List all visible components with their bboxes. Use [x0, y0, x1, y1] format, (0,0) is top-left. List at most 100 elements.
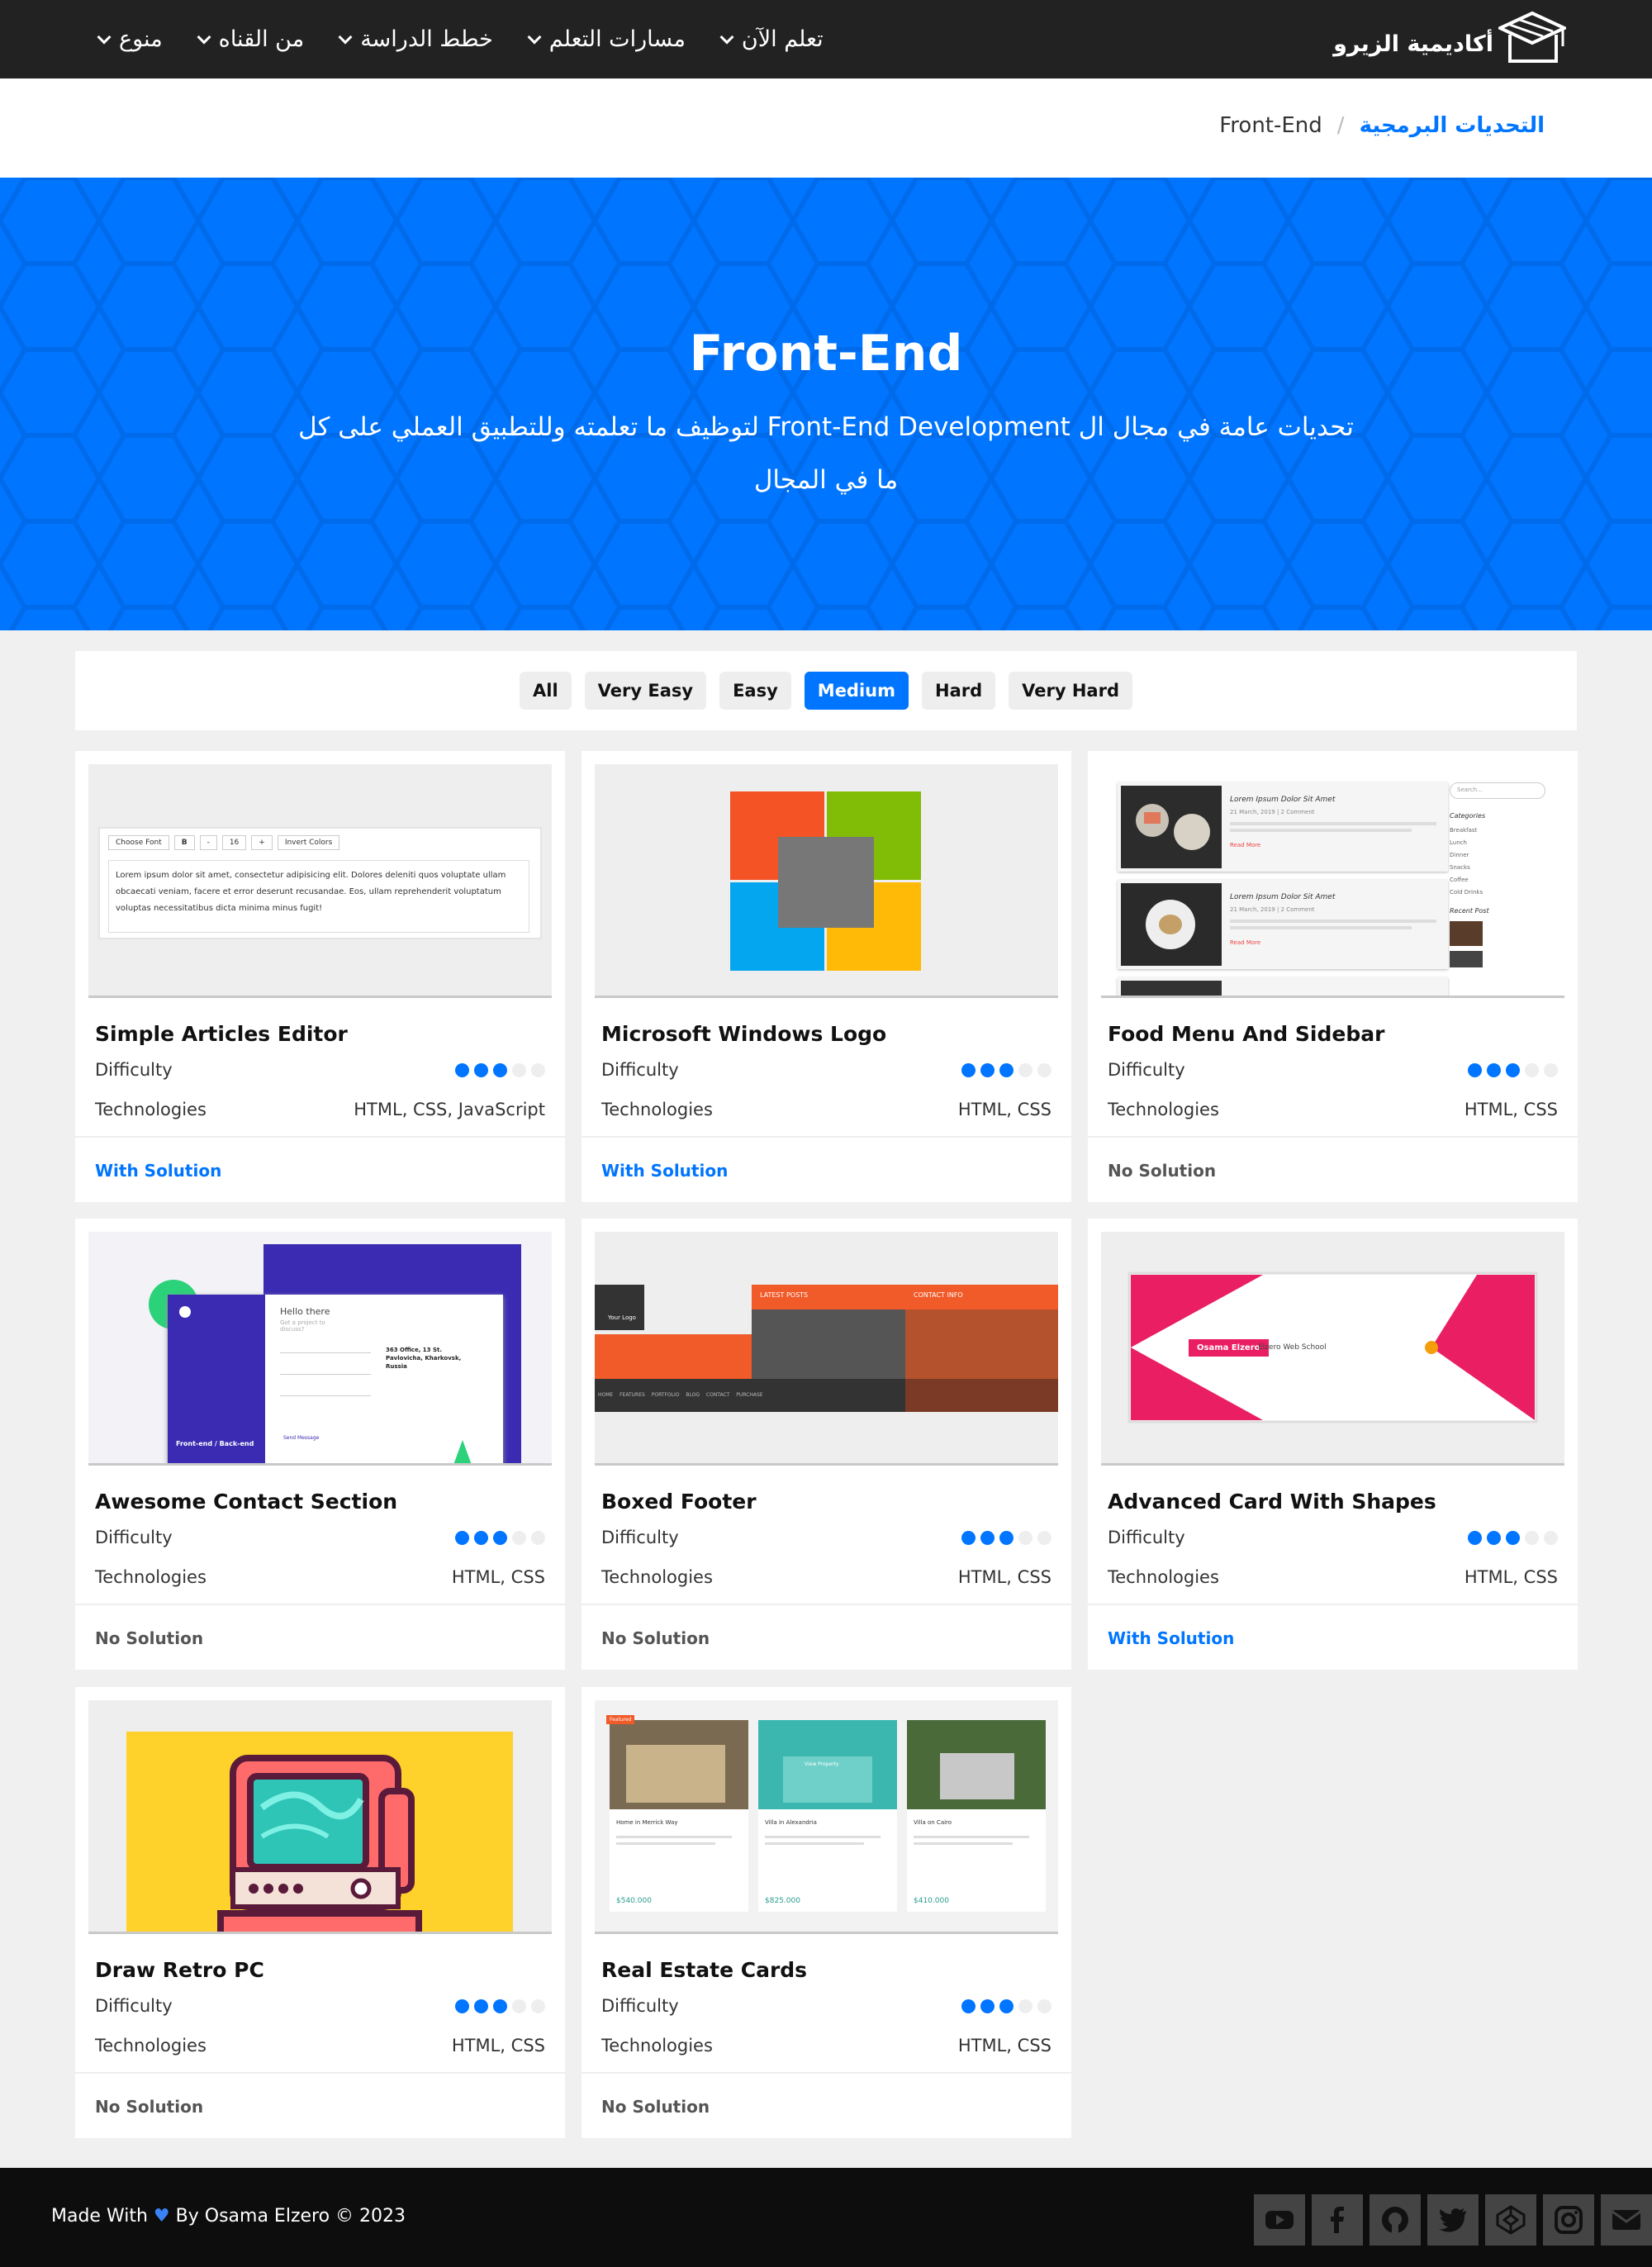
nav-item-misc[interactable]: منوع	[97, 26, 163, 52]
bold-button: B	[173, 835, 195, 850]
difficulty-dot-filled	[961, 1999, 976, 2013]
post-title: Lorem Ipsum Dolor Sit Amet	[1230, 893, 1336, 901]
difficulty-dot-empty	[1525, 1063, 1539, 1077]
difficulty-dot-empty	[1037, 1999, 1051, 2013]
size-minus: -	[199, 835, 217, 850]
difficulty-dot-filled	[493, 1531, 507, 1545]
challenge-thumbnail[interactable]: Front-end / Back-end Hello there Got a p…	[88, 1232, 552, 1466]
solution-link[interactable]: With Solution	[601, 1161, 728, 1181]
challenge-title[interactable]: Food Menu And Sidebar	[1108, 1022, 1384, 1046]
difficulty-label: Difficulty	[95, 1528, 173, 1547]
difficulty-label: Difficulty	[95, 1060, 173, 1080]
facebook-icon[interactable]	[1312, 2194, 1363, 2246]
difficulty-dot-empty	[512, 1531, 526, 1545]
challenge-card[interactable]: Osama Elzero Elzero Web School Advanced …	[1088, 1219, 1578, 1670]
challenge-thumbnail[interactable]: Lorem Ipsum Dolor Sit Amet 21 March, 201…	[1101, 764, 1564, 998]
food-sidebar: Search... Categories Breakfast Lunch Din…	[1450, 782, 1552, 996]
filter-very-hard[interactable]: Very Hard	[1009, 672, 1132, 710]
breadcrumb-parent-link[interactable]: التحديات البرمجية	[1360, 113, 1545, 138]
card-footer: No Solution	[75, 1604, 565, 1670]
technologies-value: HTML, CSS	[957, 1100, 1051, 1119]
twitter-icon[interactable]	[1427, 2194, 1479, 2246]
shape-card-preview	[1127, 1271, 1538, 1423]
read-more: Read More	[1230, 939, 1261, 946]
windows-logo-preview	[730, 791, 921, 971]
estate-price: $540.000	[616, 1897, 652, 1905]
technologies-label: Technologies	[601, 2036, 713, 2056]
food-photo	[1121, 883, 1222, 966]
solution-link[interactable]: With Solution	[95, 1161, 221, 1181]
difficulty-label: Difficulty	[601, 1060, 679, 1080]
difficulty-dot-filled	[961, 1531, 976, 1545]
technologies-value: HTML, CSS, JavaScript	[354, 1100, 545, 1119]
challenge-card[interactable]: Front-end / Back-end Hello there Got a p…	[75, 1219, 565, 1670]
filter-easy[interactable]: Easy	[719, 672, 791, 710]
card-footer: With Solution	[1088, 1604, 1578, 1670]
difficulty-dot-filled	[1506, 1063, 1520, 1077]
chevron-down-icon	[338, 30, 353, 44]
solution-link[interactable]: With Solution	[1108, 1628, 1234, 1648]
contact-send: Send Message	[283, 1435, 320, 1441]
challenge-title[interactable]: Boxed Footer	[601, 1490, 757, 1514]
nav-item-from-channel[interactable]: من القناه	[197, 26, 304, 52]
difficulty-dot-filled	[455, 1999, 469, 2013]
youtube-icon[interactable]	[1254, 2194, 1305, 2246]
challenge-card[interactable]: Featured Home in Merrick Way $540.000 Vi…	[582, 1687, 1071, 2138]
difficulty-dot-empty	[1018, 1531, 1032, 1545]
challenge-title[interactable]: Simple Articles Editor	[95, 1022, 348, 1046]
category-item: Cold Drinks	[1450, 889, 1483, 896]
nav-label: منوع	[119, 26, 163, 52]
page-footer: Made With ♥ By Osama Elzero © 2023	[0, 2168, 1652, 2267]
site-logo[interactable]: أكاديمية الزيرو	[1318, 10, 1566, 68]
challenge-title[interactable]: Awesome Contact Section	[95, 1490, 397, 1514]
challenge-thumbnail[interactable]	[595, 764, 1058, 998]
sidebar-search: Search...	[1450, 782, 1545, 799]
card-footer: No Solution	[582, 1604, 1071, 1670]
challenge-thumbnail[interactable]: Choose Font B - 16 + Invert Colors Lorem…	[88, 764, 552, 998]
challenge-card[interactable]: Your Logo LATEST POSTS CONTACT INFO HOME…	[582, 1219, 1071, 1670]
difficulty-dot-empty	[531, 1999, 545, 2013]
codepen-icon[interactable]	[1485, 2194, 1536, 2246]
challenge-thumbnail[interactable]	[88, 1700, 552, 1934]
editor-text: Lorem ipsum dolor sit amet, consectetur …	[108, 860, 529, 933]
difficulty-dot-filled	[1487, 1063, 1501, 1077]
challenge-card[interactable]: Microsoft Windows Logo Difficulty Techno…	[582, 751, 1071, 1202]
challenge-title[interactable]: Microsoft Windows Logo	[601, 1022, 886, 1046]
filter-medium[interactable]: Medium	[804, 672, 909, 710]
difficulty-dots	[961, 1063, 1051, 1077]
filter-hard[interactable]: Hard	[922, 672, 996, 710]
challenge-thumbnail[interactable]: Your Logo LATEST POSTS CONTACT INFO HOME…	[595, 1232, 1058, 1466]
difficulty-label: Difficulty	[1108, 1060, 1185, 1080]
difficulty-dot-filled	[1468, 1531, 1482, 1545]
difficulty-dot-filled	[474, 1531, 488, 1545]
github-icon[interactable]	[1370, 2194, 1421, 2246]
filter-very-easy[interactable]: Very Easy	[584, 672, 707, 710]
filter-all[interactable]: All	[520, 672, 572, 710]
chevron-down-icon	[527, 30, 542, 44]
chevron-down-icon	[719, 30, 734, 44]
difficulty-dots	[455, 1063, 545, 1077]
technologies-label: Technologies	[601, 1100, 713, 1119]
instagram-icon[interactable]	[1543, 2194, 1594, 2246]
nav-item-learn-now[interactable]: تعلم الآن	[719, 26, 824, 52]
card-footer: With Solution	[582, 1136, 1071, 1202]
estate-card: View Property Villa in Alexandria $825.0…	[758, 1720, 897, 1912]
challenge-title[interactable]: Advanced Card With Shapes	[1108, 1490, 1436, 1514]
challenge-thumbnail[interactable]: Featured Home in Merrick Way $540.000 Vi…	[595, 1700, 1058, 1934]
nav-item-study-plans[interactable]: خطط الدراسة	[338, 26, 493, 52]
nav-item-learning-paths[interactable]: مسارات التعلم	[527, 26, 686, 52]
challenge-thumbnail[interactable]: Osama Elzero Elzero Web School	[1101, 1232, 1564, 1466]
challenge-card[interactable]: Lorem Ipsum Dolor Sit Amet 21 March, 201…	[1088, 751, 1578, 1202]
challenge-card[interactable]: Choose Font B - 16 + Invert Colors Lorem…	[75, 751, 565, 1202]
technologies-value: HTML, CSS	[957, 2036, 1051, 2056]
technologies-label: Technologies	[95, 1100, 206, 1119]
food-post-partial	[1118, 977, 1448, 996]
technologies-label: Technologies	[601, 1567, 713, 1587]
email-icon[interactable]	[1601, 2194, 1652, 2246]
challenge-card[interactable]: Draw Retro PC Difficulty Technologies HT…	[75, 1687, 565, 2138]
contact-hello: Hello there	[280, 1306, 330, 1317]
challenge-title[interactable]: Draw Retro PC	[95, 1958, 264, 1982]
challenge-title[interactable]: Real Estate Cards	[601, 1958, 807, 1982]
difficulty-label: Difficulty	[1108, 1528, 1185, 1547]
difficulty-dots	[1468, 1531, 1558, 1545]
